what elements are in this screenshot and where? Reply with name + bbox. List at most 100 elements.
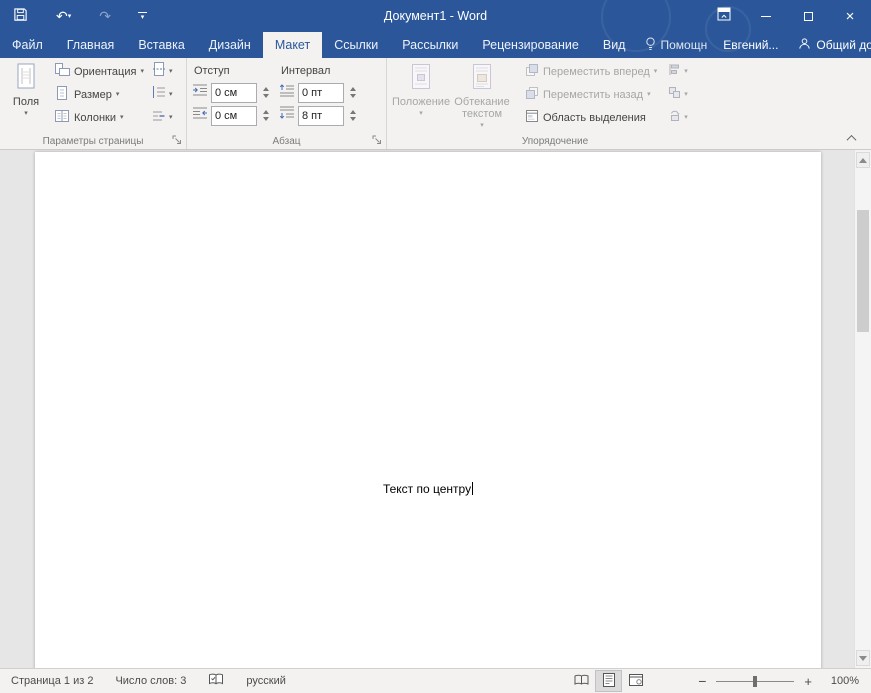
zoom-in-button[interactable]: + — [797, 674, 819, 689]
spinner-up-icon[interactable] — [349, 110, 356, 114]
ribbon-display-options-button[interactable] — [703, 0, 745, 32]
indent-left-input[interactable] — [211, 82, 257, 103]
ribbon-group-paragraph: Отступ 0 см 0 см Интервал 0 пт 8 пт Абза… — [187, 58, 387, 149]
window-controls: × — [703, 0, 871, 32]
chevron-down-icon: ▾ — [419, 110, 423, 117]
paragraph-dialog-launcher-button[interactable] — [371, 134, 383, 146]
proofing-status[interactable] — [197, 673, 235, 689]
spinner-up-icon[interactable] — [262, 87, 269, 91]
account-button[interactable]: Евгений... — [715, 32, 786, 58]
close-button[interactable]: × — [829, 0, 871, 32]
spinner-down-icon[interactable] — [349, 94, 356, 98]
tab-mailings[interactable]: Рассылки — [390, 32, 470, 58]
indent-section-label: Отступ — [194, 64, 230, 77]
tab-design[interactable]: Дизайн — [197, 32, 263, 58]
ribbon-group-page-setup: Поля ▾ Ориентация ▾ Размер ▾ Колонки ▾ ▾… — [0, 58, 187, 149]
document-area: Текст по центру — [0, 150, 871, 668]
language-indicator[interactable]: русский — [235, 675, 296, 687]
customize-quick-access-button[interactable]: ▾ — [132, 11, 153, 21]
tab-references[interactable]: Ссылки — [322, 32, 390, 58]
share-label: Общий доступ — [816, 38, 871, 52]
page-setup-dialog-launcher-button[interactable] — [171, 134, 183, 146]
columns-button[interactable]: Колонки ▾ — [51, 106, 147, 129]
spinner-up-icon[interactable] — [262, 110, 269, 114]
spinner-down-icon[interactable] — [262, 94, 269, 98]
chevron-down-icon: ▾ — [684, 68, 688, 75]
redo-icon: ↷ — [99, 7, 111, 24]
tab-view[interactable]: Вид — [591, 32, 638, 58]
status-bar-right: − + 100% — [568, 670, 871, 692]
maximize-button[interactable] — [787, 0, 829, 32]
tab-review[interactable]: Рецензирование — [470, 32, 591, 58]
wrap-text-button: Обтекание текстом ▾ — [450, 60, 514, 133]
plus-icon: + — [804, 673, 812, 689]
selection-pane-button[interactable]: Область выделения — [522, 106, 660, 129]
zoom-out-button[interactable]: − — [691, 673, 713, 689]
indent-right-icon — [192, 106, 208, 125]
indent-left-spinner — [260, 87, 271, 98]
tab-insert[interactable]: Вставка — [126, 32, 196, 58]
spacing-after-input[interactable] — [298, 105, 344, 126]
text-cursor — [472, 482, 474, 495]
spinner-up-icon[interactable] — [349, 87, 356, 91]
chevron-down-icon: ▾ — [24, 110, 28, 117]
dialog-launcher-icon — [172, 135, 181, 144]
tab-file[interactable]: Файл — [0, 32, 55, 58]
hyphenation-button[interactable]: ▾ — [150, 106, 175, 129]
hyphenation-icon — [152, 108, 166, 127]
zoom-slider-thumb[interactable] — [753, 675, 758, 687]
spacing-before-input[interactable] — [298, 82, 344, 103]
minimize-button[interactable] — [745, 0, 787, 32]
read-mode-view-button[interactable] — [568, 670, 595, 692]
tab-row-right: Помощн Евгений... Общий доступ — [637, 32, 871, 58]
zoom-level[interactable]: 100% — [819, 675, 871, 687]
scroll-up-icon — [859, 157, 867, 163]
document-page[interactable]: Текст по центру — [35, 152, 821, 668]
chevron-down-icon: ▾ — [684, 114, 688, 121]
size-button[interactable]: Размер ▾ — [51, 83, 147, 106]
page-size-icon — [54, 85, 70, 104]
undo-dropdown-arrow-icon[interactable]: ▾ — [68, 13, 72, 20]
document-body-text: Текст по центру — [382, 482, 472, 496]
document-paragraph: Текст по центру — [35, 482, 821, 496]
web-layout-view-button[interactable] — [622, 670, 649, 692]
ribbon: Поля ▾ Ориентация ▾ Размер ▾ Колонки ▾ ▾… — [0, 58, 871, 150]
spacing-after-icon — [279, 106, 295, 125]
zoom-slider[interactable] — [716, 675, 795, 687]
scroll-down-button[interactable] — [856, 650, 870, 666]
maximize-icon — [803, 11, 813, 21]
tell-me-assistant-button[interactable]: Помощн — [637, 32, 715, 58]
scrollbar-thumb[interactable] — [857, 210, 869, 332]
wrap-text-label: Обтекание текстом — [454, 96, 510, 120]
indent-right-input[interactable] — [211, 105, 257, 126]
chevron-down-icon: ▾ — [653, 68, 658, 75]
undo-button[interactable]: ↶ ▾ — [49, 2, 78, 30]
position-button: Положение ▾ — [392, 60, 450, 133]
save-button[interactable] — [6, 2, 35, 30]
zoom-level-label: 100% — [830, 675, 859, 687]
breaks-button[interactable]: ▾ — [150, 60, 175, 83]
orientation-button[interactable]: Ориентация ▾ — [51, 60, 147, 83]
spinner-down-icon[interactable] — [349, 117, 356, 121]
chevron-down-icon: ▾ — [647, 91, 651, 98]
share-button[interactable]: Общий доступ — [786, 32, 871, 58]
word-count[interactable]: Число слов: 3 — [104, 675, 197, 687]
margins-icon — [13, 63, 39, 94]
tab-layout[interactable]: Макет — [262, 32, 323, 58]
collapse-ribbon-button[interactable] — [841, 131, 861, 145]
line-numbers-button[interactable]: ▾ — [150, 83, 175, 106]
undo-icon: ↶ — [56, 7, 68, 24]
spinner-down-icon[interactable] — [262, 117, 269, 121]
tab-home[interactable]: Главная — [55, 32, 127, 58]
bring-forward-label: Переместить вперед — [543, 65, 650, 78]
ribbon-display-options-icon — [717, 7, 731, 25]
group-objects-icon — [668, 86, 681, 104]
chevron-down-icon: ▾ — [119, 114, 124, 121]
vertical-scrollbar[interactable] — [854, 150, 871, 668]
page-indicator[interactable]: Страница 1 из 2 — [0, 675, 104, 687]
print-layout-view-button[interactable] — [595, 670, 623, 692]
scroll-up-button[interactable] — [856, 152, 870, 168]
web-layout-icon — [628, 673, 643, 689]
margins-button[interactable]: Поля ▾ — [5, 60, 47, 133]
customize-bar-icon — [137, 11, 147, 13]
